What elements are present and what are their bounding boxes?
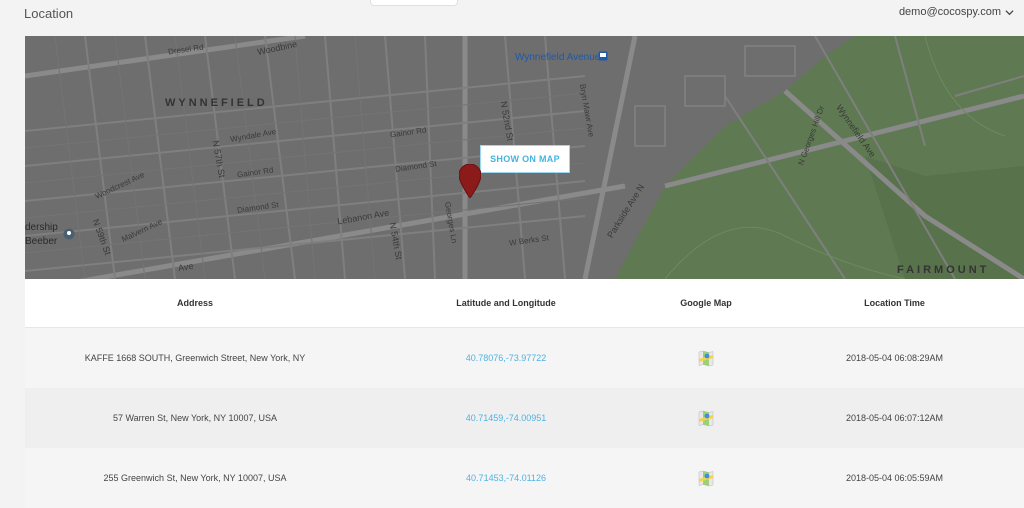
location-table: Address Latitude and Longitude Google Ma… [25, 279, 1024, 508]
google-maps-icon[interactable] [698, 470, 714, 487]
table-row: 255 Greenwich St, New York, NY 10007, US… [25, 448, 1024, 508]
page-title: Location [24, 6, 74, 21]
school-icon [63, 228, 75, 242]
header-google-map: Google Map [680, 298, 732, 308]
user-menu[interactable]: demo@cocospy.com [899, 6, 1014, 18]
address-cell: 57 Warren St, New York, NY 10007, USA [112, 413, 278, 423]
label-fairmount: FAIRMOUNT [897, 264, 990, 276]
location-pin-icon[interactable] [459, 164, 481, 198]
table-row: KAFFE 1668 SOUTH, Greenwich Street, New … [25, 328, 1024, 388]
header-location-time: Location Time [864, 298, 925, 308]
address-cell: 255 Greenwich St, New York, NY 10007, US… [103, 473, 287, 483]
table-body: KAFFE 1668 SOUTH, Greenwich Street, New … [25, 328, 1024, 508]
time-cell: 2018-05-04 06:07:12AM [845, 413, 944, 423]
time-cell: 2018-05-04 06:05:59AM [845, 473, 944, 483]
user-email: demo@cocospy.com [898, 6, 1001, 18]
table-row: 57 Warren St, New York, NY 10007, USA 40… [25, 388, 1024, 448]
chevron-down-icon [1005, 9, 1014, 15]
header-latlng: Latitude and Longitude [456, 298, 556, 308]
label-leadership: dership [25, 222, 58, 233]
google-maps-icon[interactable] [698, 350, 714, 367]
latlng-link[interactable]: 40.71453,-74.01126 [466, 473, 546, 483]
label-wynnefield: WYNNEFIELD [165, 97, 268, 109]
top-bar: Location demo@cocospy.com [0, 0, 1024, 36]
table-header: Address Latitude and Longitude Google Ma… [25, 279, 1024, 328]
time-cell: 2018-05-04 06:08:29AM [845, 353, 944, 363]
top-tab[interactable] [370, 0, 458, 6]
latlng-link[interactable]: 40.78076,-73.97722 [466, 353, 547, 363]
show-on-map-button[interactable]: SHOW ON MAP [480, 145, 570, 173]
address-cell: KAFFE 1668 SOUTH, Greenwich Street, New … [84, 353, 306, 363]
label-wynnefield-avenue: Wynnefield Avenue [515, 52, 601, 63]
latlng-link[interactable]: 40.71459,-74.00951 [466, 413, 547, 423]
train-station-icon [598, 51, 608, 63]
map-view[interactable]: WYNNEFIELD FAIRMOUNT Wynnefield Avenue D… [25, 36, 1024, 279]
label-beeber: Beeber [25, 236, 58, 247]
google-maps-icon[interactable] [698, 410, 714, 427]
header-address: Address [176, 298, 213, 308]
